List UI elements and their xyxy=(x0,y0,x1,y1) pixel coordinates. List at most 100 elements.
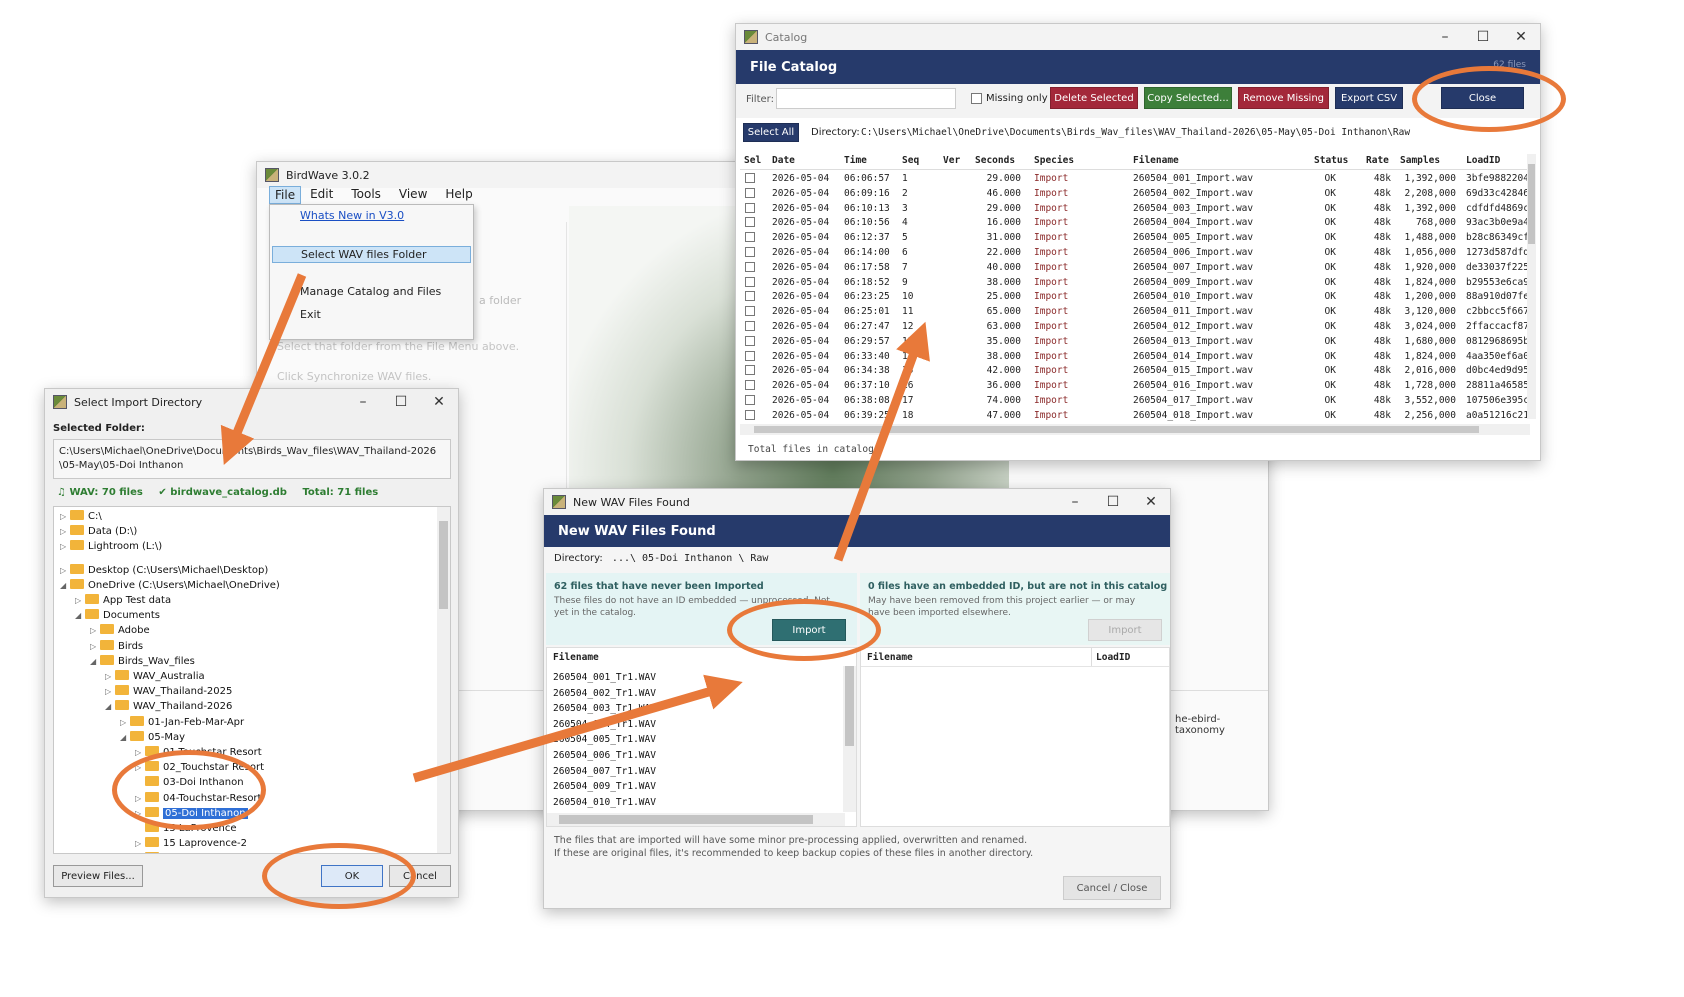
catalog-row[interactable]: 2026-05-04 06:29:57 13 35.000 Import 260504_0… xyxy=(740,335,1530,350)
tree-item[interactable]: ◢ WAV_Thailand-2026 xyxy=(105,699,232,714)
list-item[interactable]: 260504_003_Tr1.WAV xyxy=(553,701,656,717)
expanded-arrow-icon[interactable]: ◢ xyxy=(90,654,100,669)
menu-item-manage[interactable]: Manage Catalog and Files xyxy=(300,285,441,298)
catalog-vscroll-thumb[interactable] xyxy=(1528,164,1535,244)
catalog-row[interactable]: 2026-05-04 06:27:47 12 63.000 Import 260504_0… xyxy=(740,320,1530,335)
catalog-row[interactable]: 2026-05-04 06:14:00 6 22.000 Import 260504_00… xyxy=(740,246,1530,261)
menu-item-whats-new[interactable]: Whats New in V3.0 xyxy=(300,209,404,222)
catalog-row[interactable]: 2026-05-04 06:34:38 15 42.000 Import 260504_0… xyxy=(740,364,1530,379)
catalog-row[interactable]: 2026-05-04 06:06:57 1 29.000 Import 260504_00… xyxy=(740,172,1530,187)
catalog-row[interactable]: 2026-05-04 06:09:16 2 46.000 Import 260504_00… xyxy=(740,187,1530,202)
row-select-checkbox[interactable] xyxy=(745,246,755,257)
col-time[interactable]: Time xyxy=(844,155,867,166)
list-item[interactable]: 260504_001_Tr1.WAV xyxy=(553,670,656,686)
close-icon[interactable]: ✕ xyxy=(1502,24,1540,50)
list-item[interactable]: 260504_002_Tr1.WAV xyxy=(553,686,656,702)
catalog-row[interactable]: 2026-05-04 06:12:37 5 31.000 Import 260504_00… xyxy=(740,231,1530,246)
orphan-col-loadid[interactable]: LoadID xyxy=(1096,652,1130,663)
list-item[interactable]: 260504_006_Tr1.WAV xyxy=(553,748,656,764)
col-seconds[interactable]: Seconds xyxy=(975,155,1015,166)
collapsed-arrow-icon[interactable]: ▷ xyxy=(75,593,85,608)
tree-item[interactable]: ◢ Birds_Wav_files xyxy=(90,654,195,669)
maximize-icon[interactable]: ☐ xyxy=(382,389,420,415)
col-samples[interactable]: Samples xyxy=(1400,155,1440,166)
orphan-col-filename[interactable]: Filename xyxy=(867,652,913,663)
list-item[interactable]: 260504_005_Tr1.WAV xyxy=(553,732,656,748)
row-select-checkbox[interactable] xyxy=(745,276,755,287)
row-select-checkbox[interactable] xyxy=(745,217,755,228)
col-rate[interactable]: Rate xyxy=(1366,155,1389,166)
catalog-row[interactable]: 2026-05-04 06:33:40 14 38.000 Import 260504_0… xyxy=(740,350,1530,365)
filter-input[interactable] xyxy=(776,88,956,109)
delete-selected-button[interactable]: Delete Selected xyxy=(1050,87,1138,109)
import-button-disabled[interactable]: Import xyxy=(1088,619,1162,641)
collapsed-arrow-icon[interactable]: ▷ xyxy=(135,851,145,853)
row-select-checkbox[interactable] xyxy=(745,365,755,376)
catalog-row[interactable]: 2026-05-04 06:25:01 11 65.000 Import 260504_0… xyxy=(740,305,1530,320)
collapsed-arrow-icon[interactable]: ▷ xyxy=(60,524,70,539)
maximize-icon[interactable]: ☐ xyxy=(1464,24,1502,50)
catalog-hscroll[interactable] xyxy=(740,424,1530,435)
row-select-checkbox[interactable] xyxy=(745,187,755,198)
catalog-row[interactable]: 2026-05-04 06:17:58 7 40.000 Import 260504_00… xyxy=(740,261,1530,276)
collapsed-arrow-icon[interactable]: ▷ xyxy=(105,669,115,684)
row-select-checkbox[interactable] xyxy=(745,394,755,405)
col-filename[interactable]: Filename xyxy=(1133,155,1179,166)
menu-tools[interactable]: Tools xyxy=(342,186,390,204)
new-files-hscroll-thumb[interactable] xyxy=(559,815,813,824)
minimize-icon[interactable]: – xyxy=(1056,489,1094,515)
col-ver[interactable]: Ver xyxy=(943,155,960,166)
tree-item[interactable]: ▷ 16 LaProvence xyxy=(135,851,237,853)
collapsed-arrow-icon[interactable]: ▷ xyxy=(60,509,70,524)
row-select-checkbox[interactable] xyxy=(745,306,755,317)
catalog-row[interactable]: 2026-05-04 06:18:52 9 38.000 Import 260504_00… xyxy=(740,276,1530,291)
catalog-row[interactable]: 2026-05-04 06:23:25 10 25.000 Import 260504_0… xyxy=(740,290,1530,305)
collapsed-arrow-icon[interactable]: ▷ xyxy=(120,715,130,730)
catalog-vscroll[interactable] xyxy=(1527,154,1536,419)
tree-item[interactable]: ◢ OneDrive (C:\Users\Michael\OneDrive) xyxy=(60,578,280,593)
expanded-arrow-icon[interactable]: ◢ xyxy=(60,578,70,593)
tree-item[interactable]: ▷ Adobe xyxy=(90,623,150,638)
catalog-row[interactable]: 2026-05-04 06:38:08 17 74.000 Import 260504_0… xyxy=(740,394,1530,409)
collapsed-arrow-icon[interactable]: ▷ xyxy=(135,836,145,851)
menu-view[interactable]: View xyxy=(390,186,436,204)
row-select-checkbox[interactable] xyxy=(745,232,755,243)
col-species[interactable]: Species xyxy=(1034,155,1074,166)
tree-item[interactable]: ▷ Data (D:\) xyxy=(60,524,137,539)
missing-only-checkbox[interactable] xyxy=(971,93,982,104)
tree-item[interactable]: ▷ WAV_Australia xyxy=(105,669,205,684)
row-select-checkbox[interactable] xyxy=(745,335,755,346)
row-select-checkbox[interactable] xyxy=(745,261,755,272)
new-files-hscroll[interactable] xyxy=(547,813,845,826)
tree-item[interactable]: ▷ C:\ xyxy=(60,509,102,524)
list-item[interactable]: 260504_007_Tr1.WAV xyxy=(553,764,656,780)
select-all-button[interactable]: Select All xyxy=(743,123,799,142)
menu-edit[interactable]: Edit xyxy=(301,186,342,204)
close-icon[interactable]: ✕ xyxy=(420,389,458,415)
collapsed-arrow-icon[interactable]: ▷ xyxy=(105,684,115,699)
tree-item[interactable]: ▷ WAV_Thailand-2025 xyxy=(105,684,232,699)
expanded-arrow-icon[interactable]: ◢ xyxy=(105,699,115,714)
list-item[interactable]: 260504_009_Tr1.WAV xyxy=(553,779,656,795)
list-item[interactable]: 260504_004_Tr1.WAV xyxy=(553,717,656,733)
catalog-row[interactable]: 2026-05-04 06:39:25 18 47.000 Import 260504_0… xyxy=(740,409,1530,422)
cancel-close-button[interactable]: Cancel / Close xyxy=(1063,876,1161,900)
maximize-icon[interactable]: ☐ xyxy=(1094,489,1132,515)
menu-item-select-folder[interactable]: Select WAV files Folder xyxy=(272,246,471,263)
tree-item[interactable]: ◢ Documents xyxy=(75,608,160,623)
tree-item[interactable]: ▷ 15 Laprovence-2 xyxy=(135,836,247,851)
collapsed-arrow-icon[interactable]: ▷ xyxy=(60,563,70,578)
collapsed-arrow-icon[interactable]: ▷ xyxy=(60,539,70,554)
export-csv-button[interactable]: Export CSV xyxy=(1335,87,1403,109)
new-files-col-filename[interactable]: Filename xyxy=(553,652,599,663)
close-icon[interactable]: ✕ xyxy=(1132,489,1170,515)
catalog-row[interactable]: 2026-05-04 06:10:56 4 16.000 Import 260504_00… xyxy=(740,216,1530,231)
copy-selected-button[interactable]: Copy Selected... xyxy=(1144,87,1232,109)
tree-item[interactable]: ▷ Desktop (C:\Users\Michael\Desktop) xyxy=(60,563,268,578)
col-loadid[interactable]: LoadID xyxy=(1466,155,1500,166)
row-select-checkbox[interactable] xyxy=(745,291,755,302)
tree-item[interactable]: ▷ Lightroom (L:\) xyxy=(60,539,162,554)
new-files-vscroll-thumb[interactable] xyxy=(845,666,854,746)
row-select-checkbox[interactable] xyxy=(745,350,755,361)
tree-item[interactable]: ▷ 01-Jan-Feb-Mar-Apr xyxy=(120,715,244,730)
